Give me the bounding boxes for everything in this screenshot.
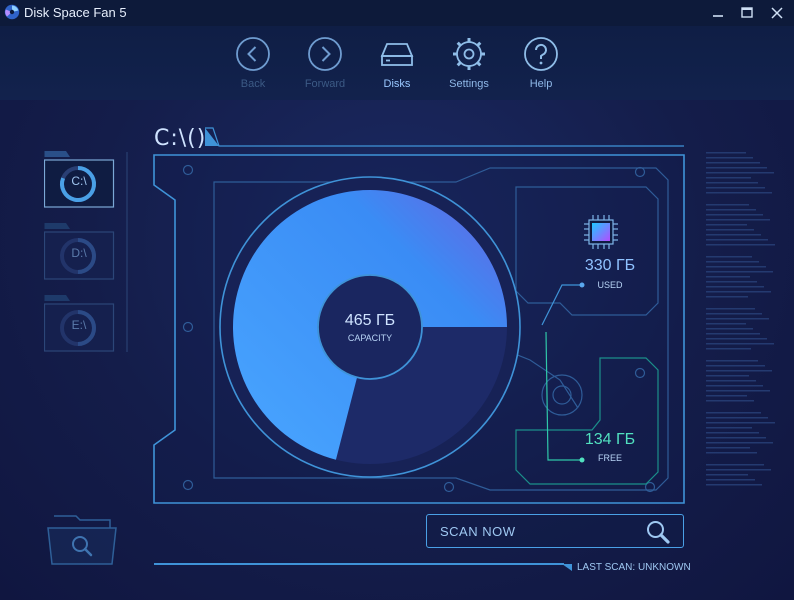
decorative-line [706, 328, 753, 330]
decorative-text-column [706, 152, 775, 486]
decorative-line [706, 167, 767, 169]
decorative-line [706, 296, 748, 298]
decorative-line [706, 172, 774, 174]
decorative-line [706, 479, 755, 481]
decorative-line [706, 395, 747, 397]
decorative-line [706, 447, 750, 449]
decorative-line [706, 365, 765, 367]
decorative-line [706, 380, 756, 382]
decorative-line [706, 422, 775, 424]
decorative-line [706, 427, 752, 429]
capacity-value: 465 ГБ [344, 312, 396, 329]
usage-donut [233, 190, 585, 463]
decorative-line [706, 234, 761, 236]
decorative-line [706, 281, 757, 283]
decorative-line [706, 187, 765, 189]
decorative-line [706, 437, 766, 439]
decorative-line [706, 370, 772, 372]
free-value: 134 ГБ [584, 431, 636, 448]
decorative-line [706, 286, 764, 288]
capacity-label: CAPACITY [347, 333, 393, 343]
decorative-line [706, 400, 754, 402]
decorative-line [706, 261, 759, 263]
decorative-line [706, 343, 774, 345]
decorative-line [706, 348, 751, 350]
scan-progress-line [154, 563, 572, 571]
decorative-line [706, 318, 769, 320]
decorative-line [706, 385, 763, 387]
decorative-line [706, 313, 762, 315]
decorative-line [706, 308, 755, 310]
decorative-line [706, 375, 749, 377]
decorative-line [706, 484, 762, 486]
decorative-line [706, 360, 758, 362]
decorative-line [706, 464, 764, 466]
decorative-line [706, 214, 763, 216]
decorative-line [706, 469, 771, 471]
decorative-line [706, 417, 768, 419]
decorative-line [706, 276, 750, 278]
decorative-line [706, 432, 759, 434]
decorative-line [706, 162, 760, 164]
decorative-line [706, 291, 771, 293]
browse-folder-button[interactable] [46, 514, 118, 566]
decorative-line [706, 474, 748, 476]
decorative-line [706, 192, 772, 194]
decorative-line [706, 256, 752, 258]
free-label: FREE [597, 453, 622, 463]
search-icon [647, 521, 670, 544]
decorative-line [706, 412, 761, 414]
scan-now-label: SCAN NOW [440, 524, 516, 539]
decorative-line [706, 204, 749, 206]
decorative-line [706, 333, 760, 335]
decorative-line [706, 152, 746, 154]
decorative-line [706, 390, 770, 392]
decorative-line [706, 338, 767, 340]
decorative-line [706, 244, 775, 246]
decorative-line [706, 229, 754, 231]
last-scan-status: LAST SCAN: UNKNOWN [577, 562, 691, 573]
decorative-line [706, 266, 766, 268]
decorative-line [706, 271, 773, 273]
chip-icon [584, 215, 618, 249]
decorative-line [706, 442, 773, 444]
decorative-line [706, 182, 758, 184]
decorative-line [706, 209, 756, 211]
decorative-line [706, 224, 747, 226]
decorative-line [706, 239, 768, 241]
folder-search-icon [47, 515, 117, 565]
decorative-line [706, 323, 746, 325]
scan-now-button[interactable]: SCAN NOW [426, 514, 684, 548]
decorative-line [706, 219, 770, 221]
decorative-line [706, 157, 753, 159]
decorative-line [706, 452, 757, 454]
used-label: USED [597, 280, 623, 290]
used-value: 330 ГБ [584, 257, 636, 274]
decorative-line [706, 177, 751, 179]
